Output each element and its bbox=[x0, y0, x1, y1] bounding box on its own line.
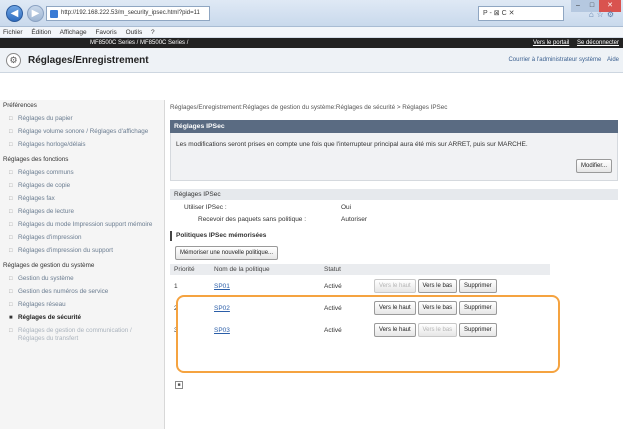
table-row: 1 SP01 Activé Vers le haut Vers le bas S… bbox=[170, 275, 550, 297]
policy-priority: 3 bbox=[174, 326, 178, 334]
menu-affichage[interactable]: Affichage bbox=[60, 29, 87, 36]
delete-button[interactable]: Supprimer bbox=[459, 301, 497, 315]
register-policy-button[interactable]: Mémoriser une nouvelle politique... bbox=[175, 246, 279, 260]
sidebar-item-memory-print[interactable]: Réglages du mode Impression support mémo… bbox=[0, 221, 164, 229]
settings-section-head: Réglages IPSec bbox=[170, 189, 618, 200]
policy-name-link[interactable]: SP03 bbox=[214, 327, 230, 334]
move-down-button[interactable]: Vers le bas bbox=[417, 279, 458, 293]
policy-status: Activé bbox=[324, 304, 342, 312]
policy-name-link[interactable]: SP01 bbox=[214, 283, 230, 290]
sidebar-item-system-mgmt[interactable]: Gestion du système bbox=[0, 275, 164, 283]
restart-notice: Les modifications seront prises en compt… bbox=[176, 141, 528, 148]
help-link[interactable]: Aide bbox=[607, 57, 619, 63]
sidebar: Préférences Réglages du papier Réglage v… bbox=[0, 100, 165, 429]
col-status: Statut bbox=[320, 264, 370, 275]
move-up-button[interactable]: Vers le haut bbox=[374, 279, 416, 293]
policy-priority: 2 bbox=[174, 304, 178, 312]
sidebar-item-paper[interactable]: Réglages du papier bbox=[0, 115, 164, 123]
forward-arrow-icon[interactable]: ▶ bbox=[27, 5, 44, 22]
sidebar-item-network[interactable]: Réglages réseau bbox=[0, 301, 164, 309]
favicon-icon bbox=[50, 10, 58, 18]
move-down-button[interactable]: Vers le bas bbox=[417, 323, 458, 337]
page-title: Réglages/Enregistrement bbox=[28, 55, 149, 66]
sidebar-item-scan[interactable]: Réglages de lecture bbox=[0, 208, 164, 216]
notice-panel: Les modifications seront prises en compt… bbox=[170, 133, 618, 181]
sidebar-item-service-numbers[interactable]: Gestion des numéros de service bbox=[0, 288, 164, 296]
address-bar[interactable]: http://192.168.222.53/m_security_ipsec.h… bbox=[46, 6, 210, 21]
delete-button[interactable]: Supprimer bbox=[459, 279, 497, 293]
address-actions[interactable]: P - ⊠ C ✕ bbox=[478, 6, 564, 21]
delete-button[interactable]: Supprimer bbox=[459, 323, 497, 337]
expand-icon[interactable]: ■ bbox=[175, 381, 183, 389]
sidebar-item-volume-display[interactable]: Réglage volume sonore / Réglages d'affic… bbox=[0, 128, 164, 136]
portal-link[interactable]: Vers le portail bbox=[533, 40, 569, 46]
back-arrow-icon[interactable]: ◀ bbox=[6, 5, 23, 22]
modify-button[interactable]: Modifier... bbox=[575, 159, 612, 173]
menu-favoris[interactable]: Favoris bbox=[95, 29, 116, 36]
settings-icon: ⚙ bbox=[6, 53, 21, 68]
sidebar-section-functions: Réglages des fonctions bbox=[3, 156, 69, 163]
use-ipsec-label: Utiliser IPSec : bbox=[184, 204, 227, 211]
policies-section-head: Politiques IPSec mémorisées bbox=[170, 231, 618, 241]
breadcrumb: Réglages/Enregistrement:Réglages de gest… bbox=[170, 104, 448, 111]
receive-row: Recevoir des paquets sans politique : Au… bbox=[170, 214, 618, 226]
sidebar-item-media-print[interactable]: Réglages d'impression du support bbox=[0, 247, 164, 255]
sidebar-item-common[interactable]: Réglages communs bbox=[0, 169, 164, 177]
receive-label: Recevoir des paquets sans politique : bbox=[198, 216, 307, 223]
panel-title: Réglages IPSec bbox=[170, 120, 618, 133]
policy-priority: 1 bbox=[174, 282, 178, 290]
page-title-row: ⚙ Réglages/Enregistrement Courrier à l'a… bbox=[0, 48, 623, 73]
main-content: Réglages/Enregistrement:Réglages de gest… bbox=[170, 100, 618, 341]
policy-status: Activé bbox=[324, 326, 342, 334]
app-header: MF8500C Series / MF8500C Series / Vers l… bbox=[0, 38, 623, 48]
receive-value: Autoriser bbox=[341, 216, 368, 223]
minimize-icon[interactable]: – bbox=[571, 0, 585, 12]
sidebar-section-system: Réglages de gestion du système bbox=[3, 262, 95, 269]
sidebar-section-preferences: Préférences bbox=[3, 102, 37, 109]
sidebar-item-security[interactable]: Réglages de sécurité bbox=[0, 314, 164, 322]
menu-help[interactable]: ? bbox=[151, 29, 155, 36]
policy-name-link[interactable]: SP02 bbox=[214, 305, 230, 312]
home-star-gear-icons[interactable]: ⌂☆⚙ bbox=[589, 10, 617, 19]
sidebar-item-fax[interactable]: Réglages fax bbox=[0, 195, 164, 203]
sidebar-item-copy[interactable]: Réglages de copie bbox=[0, 182, 164, 190]
menu-fichier[interactable]: Fichier bbox=[3, 29, 23, 36]
menu-outils[interactable]: Outils bbox=[126, 29, 143, 36]
menu-edition[interactable]: Édition bbox=[31, 29, 51, 36]
sidebar-item-clock[interactable]: Réglages horloge/délais bbox=[0, 141, 164, 149]
col-priority: Priorité bbox=[170, 264, 210, 275]
policy-table: Priorité Nom de la politique Statut 1 SP… bbox=[170, 264, 550, 341]
browser-titlebar: ◀ ▶ http://192.168.222.53/m_security_ips… bbox=[0, 0, 623, 27]
model-name: MF8500C Series / MF8500C Series / bbox=[90, 40, 189, 46]
move-up-button[interactable]: Vers le haut bbox=[374, 301, 416, 315]
col-name: Nom de la politique bbox=[210, 264, 320, 275]
move-up-button[interactable]: Vers le haut bbox=[374, 323, 416, 337]
url-text: http://192.168.222.53/m_security_ipsec.h… bbox=[61, 10, 200, 16]
sidebar-item-print[interactable]: Réglages d'impression bbox=[0, 234, 164, 242]
use-ipsec-row: Utiliser IPSec : Oui bbox=[170, 202, 618, 214]
move-down-button[interactable]: Vers le bas bbox=[417, 301, 458, 315]
sidebar-item-communication[interactable]: Réglages de gestion de communication / R… bbox=[0, 327, 164, 343]
policy-status: Activé bbox=[324, 282, 342, 290]
mail-admin-link[interactable]: Courrier à l'administrateur système bbox=[508, 57, 601, 63]
menu-bar: Fichier Édition Affichage Favoris Outils… bbox=[0, 27, 623, 38]
col-actions bbox=[370, 264, 550, 275]
logout-link[interactable]: Se déconnecter bbox=[577, 40, 619, 46]
use-ipsec-value: Oui bbox=[341, 204, 352, 211]
table-row: 3 SP03 Activé Vers le haut Vers le bas S… bbox=[170, 319, 550, 341]
table-row: 2 SP02 Activé Vers le haut Vers le bas S… bbox=[170, 297, 550, 319]
